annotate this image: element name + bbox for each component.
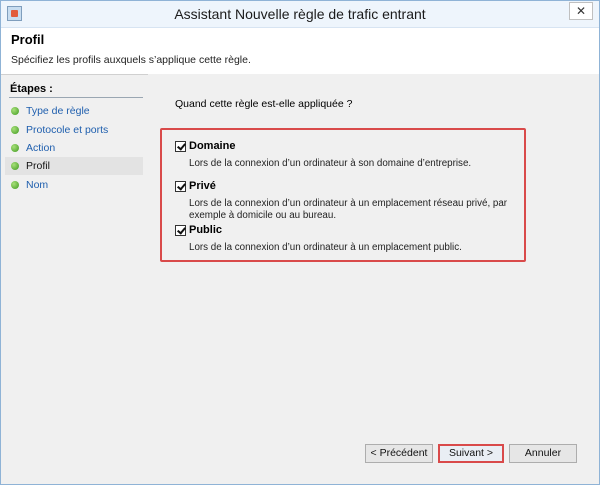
step-bullet-icon: [11, 107, 19, 115]
step-bullet-icon: [11, 162, 19, 170]
step-label: Profil: [26, 160, 50, 172]
steps-divider: [9, 97, 143, 98]
prive-label[interactable]: Privé: [189, 180, 216, 192]
prive-checkbox[interactable]: [175, 181, 186, 192]
steps-panel: Étapes : Type de règle Protocole et port…: [5, 81, 145, 471]
profile-question: Quand cette règle est-elle appliquée ?: [175, 98, 353, 110]
step-label: Nom: [26, 179, 49, 191]
cancel-button[interactable]: Annuler: [509, 444, 577, 463]
window-title: Assistant Nouvelle règle de trafic entra…: [174, 6, 426, 22]
main-panel: Quand cette règle est-elle appliquée ? D…: [148, 74, 599, 470]
public-checkbox[interactable]: [175, 225, 186, 236]
public-description: Lors de la connexion d’un ordinateur à u…: [189, 242, 462, 253]
page-title: Profil: [11, 32, 45, 47]
domaine-label[interactable]: Domaine: [189, 140, 235, 152]
domaine-description: Lors de la connexion d’un ordinateur à s…: [189, 158, 472, 169]
step-item-type-de-regle[interactable]: Type de règle: [5, 102, 143, 120]
step-item-protocole-et-ports[interactable]: Protocole et ports: [5, 121, 143, 139]
step-bullet-icon: [11, 126, 19, 134]
next-button[interactable]: Suivant >: [438, 444, 504, 463]
step-item-action[interactable]: Action: [5, 139, 143, 157]
prive-description: Lors de la connexion d’un ordinateur à u…: [189, 198, 508, 221]
step-item-nom[interactable]: Nom: [5, 176, 143, 194]
close-button[interactable]: ✕: [569, 2, 593, 20]
step-bullet-icon: [11, 181, 19, 189]
step-item-profil[interactable]: Profil: [5, 157, 143, 175]
steps-title: Étapes :: [10, 83, 53, 95]
previous-button[interactable]: < Précédent: [365, 444, 433, 463]
domaine-checkbox[interactable]: [175, 141, 186, 152]
step-label: Action: [26, 142, 56, 154]
page-description: Spécifiez les profils auxquels s’appliqu…: [11, 54, 251, 66]
step-bullet-icon: [11, 144, 19, 152]
title-bar: Assistant Nouvelle règle de trafic entra…: [1, 1, 599, 28]
page-header: Profil Spécifiez les profils auxquels s’…: [1, 28, 599, 75]
step-label: Type de règle: [26, 105, 90, 117]
wizard-window: Assistant Nouvelle règle de trafic entra…: [0, 0, 600, 485]
public-label[interactable]: Public: [189, 224, 222, 236]
step-label: Protocole et ports: [26, 124, 109, 136]
